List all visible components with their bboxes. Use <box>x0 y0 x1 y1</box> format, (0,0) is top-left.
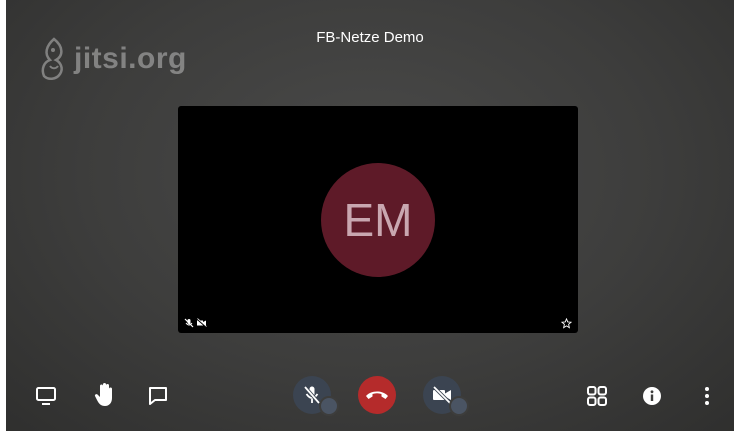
window-border-right <box>734 0 740 431</box>
share-screen-button[interactable] <box>33 383 59 409</box>
tile-view-icon <box>587 386 607 406</box>
participant-avatar: EM <box>321 163 435 277</box>
chat-button[interactable] <box>145 383 171 409</box>
raise-hand-icon <box>94 383 112 406</box>
more-options-button[interactable] <box>697 383 717 409</box>
camera-off-indicator-icon <box>196 318 207 328</box>
pin-star-icon[interactable] <box>561 318 572 329</box>
bottom-toolbar <box>0 373 740 421</box>
tile-status-indicators <box>184 318 207 328</box>
raise-hand-button[interactable] <box>92 381 118 409</box>
mic-muted-indicator-icon <box>184 318 194 328</box>
more-options-icon <box>705 387 709 405</box>
microphone-muted-icon <box>303 385 321 405</box>
camera-options-badge[interactable] <box>449 396 469 416</box>
camera-button[interactable] <box>423 376 469 416</box>
share-screen-icon <box>36 387 56 405</box>
logo-text: jitsi.org <box>74 42 187 75</box>
hangup-button[interactable] <box>358 376 396 414</box>
hangup-icon <box>366 391 388 399</box>
participant-tile[interactable]: EM <box>178 106 578 333</box>
mic-options-badge[interactable] <box>319 396 339 416</box>
microphone-button[interactable] <box>293 376 339 416</box>
info-button[interactable] <box>640 384 664 408</box>
tile-view-button[interactable] <box>584 383 610 409</box>
chat-icon <box>149 387 167 405</box>
window-border-left <box>0 0 6 431</box>
info-icon <box>643 387 661 405</box>
meeting-title: FB-Netze Demo <box>316 29 424 46</box>
